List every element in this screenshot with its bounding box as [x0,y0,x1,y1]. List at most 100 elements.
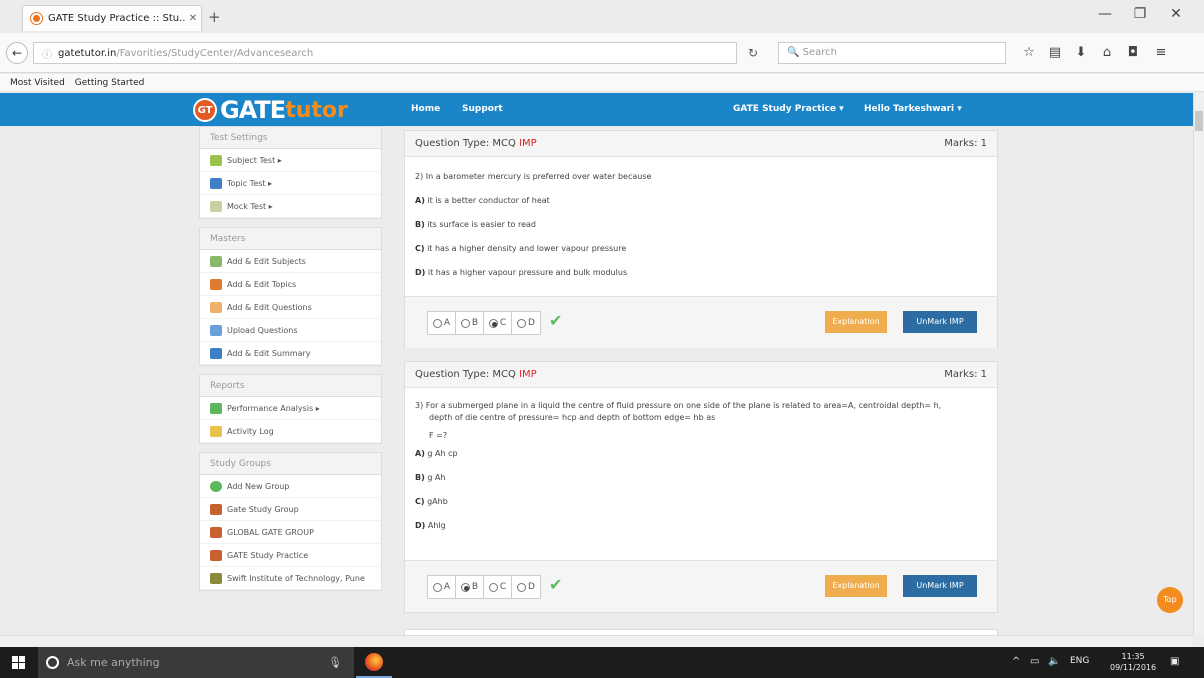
question-marks: Marks: 1 [944,369,987,380]
sidebar-group-title: Test Settings [200,127,381,149]
add-circle-icon [210,480,222,492]
close-tab-icon[interactable]: ✕ [185,13,201,24]
edit-icon [210,347,222,359]
vertical-scrollbar[interactable] [1193,93,1204,635]
new-tab-button[interactable]: + [208,8,221,26]
imp-badge: IMP [519,369,537,380]
microphone-icon[interactable]: 🎙 [328,656,342,669]
correct-check-icon: ✔ [549,575,563,594]
menu-icon[interactable]: ≡ [1152,45,1170,60]
question-marks: Marks: 1 [944,138,987,149]
sidebar-item-mock-test[interactable]: Mock Test ▸ [200,195,381,218]
nav-gate-study-practice[interactable]: GATE Study Practice ▾ [733,104,844,114]
question-footer: A B C D ✔ Explanation UnMark IMP [405,296,997,348]
site-header: GT GATE tutor Home Support GATE Study Pr… [0,93,1193,126]
sidebar-group-study-groups: Study Groups Add New Group Gate Study Gr… [199,452,382,591]
option-b: B) g Ah [415,473,446,482]
minimize-icon[interactable]: — [1092,6,1118,22]
horizontal-scrollbar[interactable] [0,635,1193,647]
language-indicator[interactable]: ENG [1070,656,1089,666]
sidebar-item-add-edit-topics[interactable]: Add & Edit Topics [200,273,381,296]
sidebar-item-add-edit-summary[interactable]: Add & Edit Summary [200,342,381,365]
tab-bar: GATE Study Practice :: Stu... ✕ + — ❐ ✕ [0,0,1204,32]
browser-search-input[interactable]: 🔍 Search [778,42,1006,64]
scrollbar-thumb[interactable] [1195,111,1203,131]
question-card: Question Type: MCQ IMP Marks: 1 3) For a… [404,361,998,613]
sidebar-item-global-gate-group[interactable]: GLOBAL GATE GROUP [200,521,381,544]
reading-list-icon[interactable]: ▤ [1046,45,1064,60]
nav-support[interactable]: Support [462,104,503,114]
correct-check-icon: ✔ [549,311,563,330]
nav-user-menu[interactable]: Hello Tarkeshwari ▾ [864,104,962,114]
close-window-icon[interactable]: ✕ [1163,6,1189,22]
pocket-icon[interactable]: ◘ [1124,45,1142,60]
sidebar-item-add-new-group[interactable]: Add New Group [200,475,381,498]
pencil-icon [210,154,222,166]
url-domain: gatetutor.in [58,47,117,59]
volume-icon[interactable]: 🔈 [1048,656,1060,667]
answer-radio-a[interactable]: A [428,312,456,334]
show-hidden-icons-icon[interactable]: ^ [1012,656,1020,667]
option-b: B) its surface is easier to read [415,220,536,229]
group-icon [210,503,222,515]
explanation-button[interactable]: Explanation [825,311,887,333]
site-logo[interactable]: GT GATE tutor [193,95,348,125]
cortana-search-input[interactable]: Ask me anything 🎙 [38,647,354,678]
answer-radio-a[interactable]: A [428,576,456,598]
sidebar-item-swift-institute[interactable]: Swift Institute of Technology, Pune [200,567,381,590]
sidebar-item-add-edit-subjects[interactable]: Add & Edit Subjects [200,250,381,273]
network-icon[interactable]: ▭ [1030,656,1039,667]
answer-radio-d[interactable]: D [512,312,540,334]
sidebar-item-upload-questions[interactable]: Upload Questions [200,319,381,342]
answer-radio-b[interactable]: B [456,576,484,598]
browser-tab[interactable]: GATE Study Practice :: Stu... ✕ [22,5,202,31]
tab-title: GATE Study Practice :: Stu... [48,13,185,24]
system-clock[interactable]: 11:35 09/11/2016 [1110,651,1156,673]
notifications-icon[interactable]: ▣ [1170,656,1179,667]
logo-accent-text: tutor [285,97,348,123]
sidebar-item-topic-test[interactable]: Topic Test ▸ [200,172,381,195]
sidebar-group-title: Study Groups [200,453,381,475]
question-type: Question Type: MCQ [415,138,516,149]
unmark-imp-button[interactable]: UnMark IMP [903,575,977,597]
bookmark-getting-started[interactable]: Getting Started [75,78,145,88]
bookmarks-bar: Most Visited Getting Started [0,74,1204,92]
reload-icon[interactable]: ↻ [748,46,758,60]
restore-icon[interactable]: ❐ [1127,6,1153,22]
bookmark-most-visited[interactable]: Most Visited [10,78,65,88]
sidebar-group-test-settings: Test Settings Subject Test ▸ Topic Test … [199,126,382,219]
question-icon [210,301,222,313]
download-icon[interactable]: ⬇ [1072,45,1090,60]
bookmark-star-icon[interactable]: ☆ [1020,45,1038,60]
firefox-taskbar-icon[interactable] [356,647,392,678]
group-icon [210,526,222,538]
nav-home[interactable]: Home [411,104,440,114]
scroll-top-button[interactable]: Top [1157,587,1183,613]
group-icon [210,572,222,584]
address-bar[interactable]: ⓘ gatetutor.in /Favorities/StudyCenter/A… [33,42,737,64]
option-d: D) Ahlg [415,521,446,530]
answer-radio-b[interactable]: B [456,312,484,334]
sidebar-item-performance-analysis[interactable]: Performance Analysis ▸ [200,397,381,420]
taskbar: Ask me anything 🎙 ^ ▭ 🔈 ENG 11:35 09/11/… [0,647,1204,678]
explanation-button[interactable]: Explanation [825,575,887,597]
option-c: C) gAhb [415,497,448,506]
unmark-imp-button[interactable]: UnMark IMP [903,311,977,333]
bar-chart-icon [210,402,222,414]
sidebar-item-gate-study-practice[interactable]: GATE Study Practice [200,544,381,567]
answer-radio-c[interactable]: C [484,312,512,334]
sidebar-item-activity-log[interactable]: Activity Log [200,420,381,443]
back-button[interactable]: ← [6,42,28,64]
home-icon[interactable]: ⌂ [1098,45,1116,60]
windows-start-icon[interactable] [12,656,26,670]
sidebar-item-subject-test[interactable]: Subject Test ▸ [200,149,381,172]
info-icon[interactable]: ⓘ [42,46,52,61]
answer-radio-c[interactable]: C [484,576,512,598]
question-text: 2) In a barometer mercury is preferred o… [415,172,652,181]
question-text-cont: depth of die centre of pressure= hcp and… [429,413,716,422]
sidebar: Test Settings Subject Test ▸ Topic Test … [199,126,382,635]
answer-radio-d[interactable]: D [512,576,540,598]
url-path: /Favorities/StudyCenter/Advancesearch [116,47,314,59]
sidebar-item-gate-study-group[interactable]: Gate Study Group [200,498,381,521]
sidebar-item-add-edit-questions[interactable]: Add & Edit Questions [200,296,381,319]
